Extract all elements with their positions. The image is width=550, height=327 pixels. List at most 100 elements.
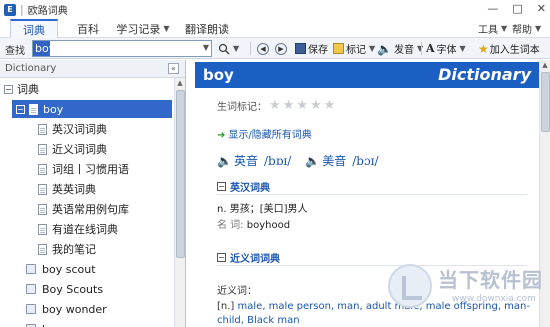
window-title: 欧路词典 (27, 6, 68, 17)
search-button[interactable]: ▼ (218, 41, 239, 56)
font-button[interactable]: A 字体 ▼ (426, 41, 466, 56)
word-list-item[interactable]: boy wonder (26, 300, 107, 318)
document-icon (38, 163, 47, 175)
star-icon[interactable]: ★ (283, 98, 295, 113)
font-label: 字体 (436, 45, 457, 56)
toolbar-divider (421, 42, 422, 55)
pronunciation-row: 🔈 英音 /bɒɪ/ 🔈 美音 /bɔɪ/ (217, 152, 393, 169)
chevron-down-icon: ▼ (233, 44, 240, 53)
word-list-label: Boy Scouts (42, 282, 104, 296)
tree-item-label: 英英词典 (52, 183, 96, 196)
toggle-all-label: 显示/隐藏所有词典 (228, 130, 312, 141)
document-icon (29, 103, 38, 115)
tree-node-selected-word[interactable]: − boy (12, 100, 172, 118)
pron-uk-phonetic: /bɒɪ/ (263, 153, 292, 168)
mark-button[interactable]: 标记 ▼ (333, 41, 375, 56)
chevron-down-icon[interactable]: ▼ (203, 43, 209, 52)
definition-text: 男孩；[美口]男人 (229, 204, 308, 215)
tools-menu[interactable]: 工具 ▼ (478, 19, 507, 38)
word-entry-icon (26, 284, 36, 294)
collapse-node-icon[interactable]: − (16, 104, 25, 114)
tools-menu-label: 工具 (478, 25, 498, 36)
back-button[interactable]: ◀ (257, 41, 269, 56)
tab-study-records[interactable]: 学习记录 ▼ (114, 19, 172, 38)
document-icon (38, 243, 47, 255)
save-button[interactable]: 保存 (295, 41, 328, 56)
part-of-speech: n. (217, 204, 227, 215)
chevron-down-icon: ▼ (535, 24, 542, 33)
app-logo-icon: E (4, 3, 16, 16)
pron-uk-label[interactable]: 英音 (234, 152, 258, 169)
star-icon[interactable]: ★ (296, 98, 308, 113)
tree-item-en-cn-dict[interactable]: 英汉词词典 (38, 120, 107, 138)
word-entry-icon (26, 304, 36, 314)
tree-item-example-sentences[interactable]: 英语常用例句库 (38, 200, 129, 218)
scrollbar-thumb[interactable] (176, 90, 185, 258)
pron-us-label[interactable]: 美音 (322, 152, 346, 169)
word-entry-icon (26, 264, 36, 274)
tab-translate[interactable]: 翻译朗读 (178, 19, 236, 38)
section-en-cn-dict[interactable]: − 英汉词典 (217, 179, 270, 194)
definition-line: n. 男孩；[美口]男人 (217, 200, 308, 215)
star-icon[interactable]: ★ (310, 98, 322, 113)
floppy-disk-icon (295, 43, 306, 54)
toggle-all-dicts-link[interactable]: ➜ 显示/隐藏所有词典 (217, 126, 312, 141)
tree-root-dictionary[interactable]: − 词典 (4, 80, 172, 98)
collapse-section-icon[interactable]: − (217, 182, 226, 191)
noun-form-label: 名 词: (217, 220, 244, 231)
collapse-section-icon[interactable]: − (217, 253, 226, 262)
definition-header: boy Dictionary (195, 62, 539, 88)
tree-item-phrases[interactable]: 词组丨习惯用语 (38, 160, 129, 178)
mark-label: 标记 (346, 45, 366, 56)
chevron-down-icon: ▼ (501, 24, 508, 33)
document-icon (38, 123, 47, 135)
scrollbar-thumb[interactable] (541, 72, 550, 132)
forward-button[interactable]: ▶ (275, 41, 287, 56)
add-vocab-label: 加入生词本 (489, 45, 540, 56)
close-button[interactable]: ✕ (537, 2, 546, 15)
section-synonym-dict[interactable]: − 近义词词典 (217, 250, 280, 265)
maximize-button[interactable]: □ (512, 2, 522, 15)
watermark-title: 当下软件园 (438, 268, 543, 292)
arrow-right-icon: ▶ (275, 42, 287, 55)
tab-encyclopedia[interactable]: 百科 (68, 19, 108, 38)
save-label: 保存 (308, 45, 328, 56)
word-list-item[interactable]: boy scout (26, 260, 96, 278)
collapse-sidebar-button[interactable]: « (168, 63, 179, 74)
search-input[interactable] (33, 41, 50, 56)
scroll-up-icon[interactable]: ▲ (175, 78, 185, 89)
vocab-rating: 生词标记： ★ ★ ★ ★ ★ (217, 98, 335, 113)
arrow-right-icon: ➜ (217, 130, 226, 141)
speaker-icon[interactable]: 🔈 (305, 154, 320, 168)
minimize-button[interactable]: — (487, 2, 498, 15)
noun-form-value: boyhood (246, 220, 291, 231)
speaker-icon[interactable]: 🔈 (217, 154, 232, 168)
help-menu-label: 帮助 (512, 25, 532, 36)
menu-bar: 词典 百科 学习记录 ▼ 翻译朗读 工具 ▼ 帮助 ▼ (0, 19, 550, 38)
scroll-up-icon[interactable]: ▲ (540, 60, 550, 71)
tab-study-records-label: 学习记录 (116, 22, 161, 36)
title-separator: | (20, 3, 24, 16)
headword: boy (203, 66, 234, 84)
help-menu[interactable]: 帮助 ▼ (512, 19, 541, 38)
star-icon[interactable]: ★ (324, 98, 336, 113)
section-title: 近义词词典 (230, 254, 280, 265)
sidebar-scrollbar[interactable]: ▲ (174, 78, 185, 327)
add-vocab-button[interactable]: ★ 加入生词本 (478, 41, 540, 57)
tree-item-youdao-online[interactable]: 有道在线词典 (38, 220, 118, 238)
collapse-node-icon[interactable]: − (4, 84, 13, 94)
window-controls: — □ ✕ (487, 2, 546, 15)
word-list-item[interactable]: Boy Scouts (26, 280, 103, 298)
word-list-item[interactable]: boyar (26, 320, 74, 327)
tree-item-label: 英汉词词典 (52, 123, 107, 136)
sidebar: Dictionary « − 词典 − boy 英汉词词典 近义词词典 词组丨习… (0, 60, 186, 327)
tree-item-en-en-dict[interactable]: 英英词典 (38, 180, 96, 198)
speak-button[interactable]: 🔈 发音 ▼ (377, 41, 423, 57)
star-icon[interactable]: ★ (269, 98, 281, 113)
tree-item-label: 我的笔记 (52, 243, 96, 256)
dictionary-tree: − 词典 − boy 英汉词词典 近义词词典 词组丨习惯用语 英英词典 英语常用… (0, 78, 174, 327)
tree-item-synonym-dict[interactable]: 近义词词典 (38, 140, 107, 158)
pencil-icon (333, 43, 344, 54)
tree-item-my-notes[interactable]: 我的笔记 (38, 240, 96, 258)
tab-dictionary[interactable]: 词典 (10, 19, 58, 38)
